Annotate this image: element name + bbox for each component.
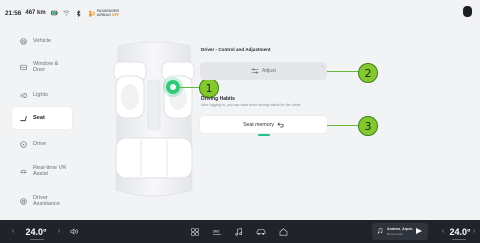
vr-assist-icon xyxy=(20,168,27,175)
rear-seats[interactable] xyxy=(115,137,193,179)
sidebar-item-vr-assist[interactable]: Real-time VR Assist xyxy=(12,160,72,182)
left-temp-up-icon[interactable]: › xyxy=(54,220,64,243)
section-title: Driver - Control and Adjustment xyxy=(201,47,271,52)
adjust-seat-icon xyxy=(251,68,259,74)
status-bar: 21:56 467 km PASSENGER AIRBAG OFF xyxy=(0,0,480,26)
annotation-line-3 xyxy=(327,125,359,127)
airbag-state: OFF xyxy=(111,13,120,17)
left-temp-down-icon[interactable]: ‹ xyxy=(8,220,18,243)
volume-icon[interactable] xyxy=(68,220,80,243)
sidebar-item-seat[interactable]: Seat xyxy=(12,107,72,129)
sidebar-item-label: Drive xyxy=(33,140,47,147)
home-icon[interactable] xyxy=(276,220,290,243)
annotation-marker-3: 3 xyxy=(358,116,378,136)
driver-assistance-icon xyxy=(20,197,27,205)
expand-icon xyxy=(321,64,324,68)
annotation-line-2 xyxy=(327,71,359,73)
annotation-marker-2: 2 xyxy=(358,63,378,83)
car-icon[interactable] xyxy=(254,220,268,243)
camera-360-icon[interactable]: 360 xyxy=(210,220,224,243)
right-temp-up-icon[interactable]: › xyxy=(470,220,478,243)
driver-seat[interactable] xyxy=(113,61,147,119)
sidebar-item-driver-assistance[interactable]: Driver Assistance xyxy=(12,190,72,212)
right-temp-indicator xyxy=(452,239,466,241)
sidebar-item-vehicle[interactable]: Vehicle xyxy=(12,30,72,52)
sidebar-item-drive[interactable]: Drive xyxy=(12,133,72,155)
seat-memory-active-indicator xyxy=(258,134,270,136)
sidebar-item-label: Vehicle xyxy=(33,37,52,44)
lights-icon xyxy=(20,92,27,99)
vehicle-icon xyxy=(20,37,27,45)
adjust-label: Adjust xyxy=(262,68,276,74)
sidebar-item-lights[interactable]: Lights xyxy=(12,84,72,106)
battery-icon xyxy=(50,10,58,17)
airbag-label-2: AIRBAG xyxy=(96,13,111,17)
airbag-icon xyxy=(88,10,95,17)
car-seat-illustration xyxy=(108,40,200,200)
profile-icon[interactable] xyxy=(463,6,472,17)
media-subtitle: Bonus track xyxy=(387,231,403,236)
driving-habits-title: Driving Habits xyxy=(201,96,235,102)
apps-grid-icon[interactable] xyxy=(188,220,202,243)
svg-text:360: 360 xyxy=(213,229,221,233)
sidebar-item-window-door[interactable]: Window & Door xyxy=(12,56,72,78)
music-note-icon xyxy=(377,227,383,236)
seat-selector-dot[interactable] xyxy=(166,80,180,94)
drive-icon xyxy=(20,140,27,148)
music-icon[interactable] xyxy=(232,220,246,243)
sidebar-item-label: Window & Door xyxy=(33,60,59,73)
range-readout: 467 km xyxy=(25,10,46,16)
passenger-airbag-indicator: PASSENGER AIRBAG OFF xyxy=(88,9,119,17)
wifi-icon xyxy=(62,10,70,17)
sidebar-item-label: Real-time VR Assist xyxy=(33,164,67,177)
driving-habits-description: After logging in, you can save more driv… xyxy=(201,103,301,107)
seat-memory-button[interactable]: Seat memory xyxy=(200,116,327,133)
sidebar-item-label: Seat xyxy=(33,114,45,121)
bluetooth-icon xyxy=(75,9,82,17)
seat-icon xyxy=(20,115,27,122)
bottom-bar: ‹ 24.0° › 360 Andrew_Arpot.. Bonus track… xyxy=(0,220,480,243)
adjust-button[interactable]: Adjust xyxy=(200,62,327,80)
annotation-marker-1: 1 xyxy=(199,78,219,98)
return-arrow-icon xyxy=(277,122,284,128)
seat-memory-label: Seat memory xyxy=(243,121,274,128)
play-icon[interactable] xyxy=(416,228,422,234)
window-door-icon xyxy=(20,64,27,71)
media-player-widget[interactable]: Andrew_Arpot.. Bonus track xyxy=(372,223,428,240)
sidebar-item-label: Driver Assistance xyxy=(33,194,61,207)
left-temp-indicator xyxy=(30,239,44,241)
clock: 21:56 xyxy=(5,9,22,17)
annotation-line-1 xyxy=(180,87,200,89)
sidebar-item-label: Lights xyxy=(33,91,48,98)
